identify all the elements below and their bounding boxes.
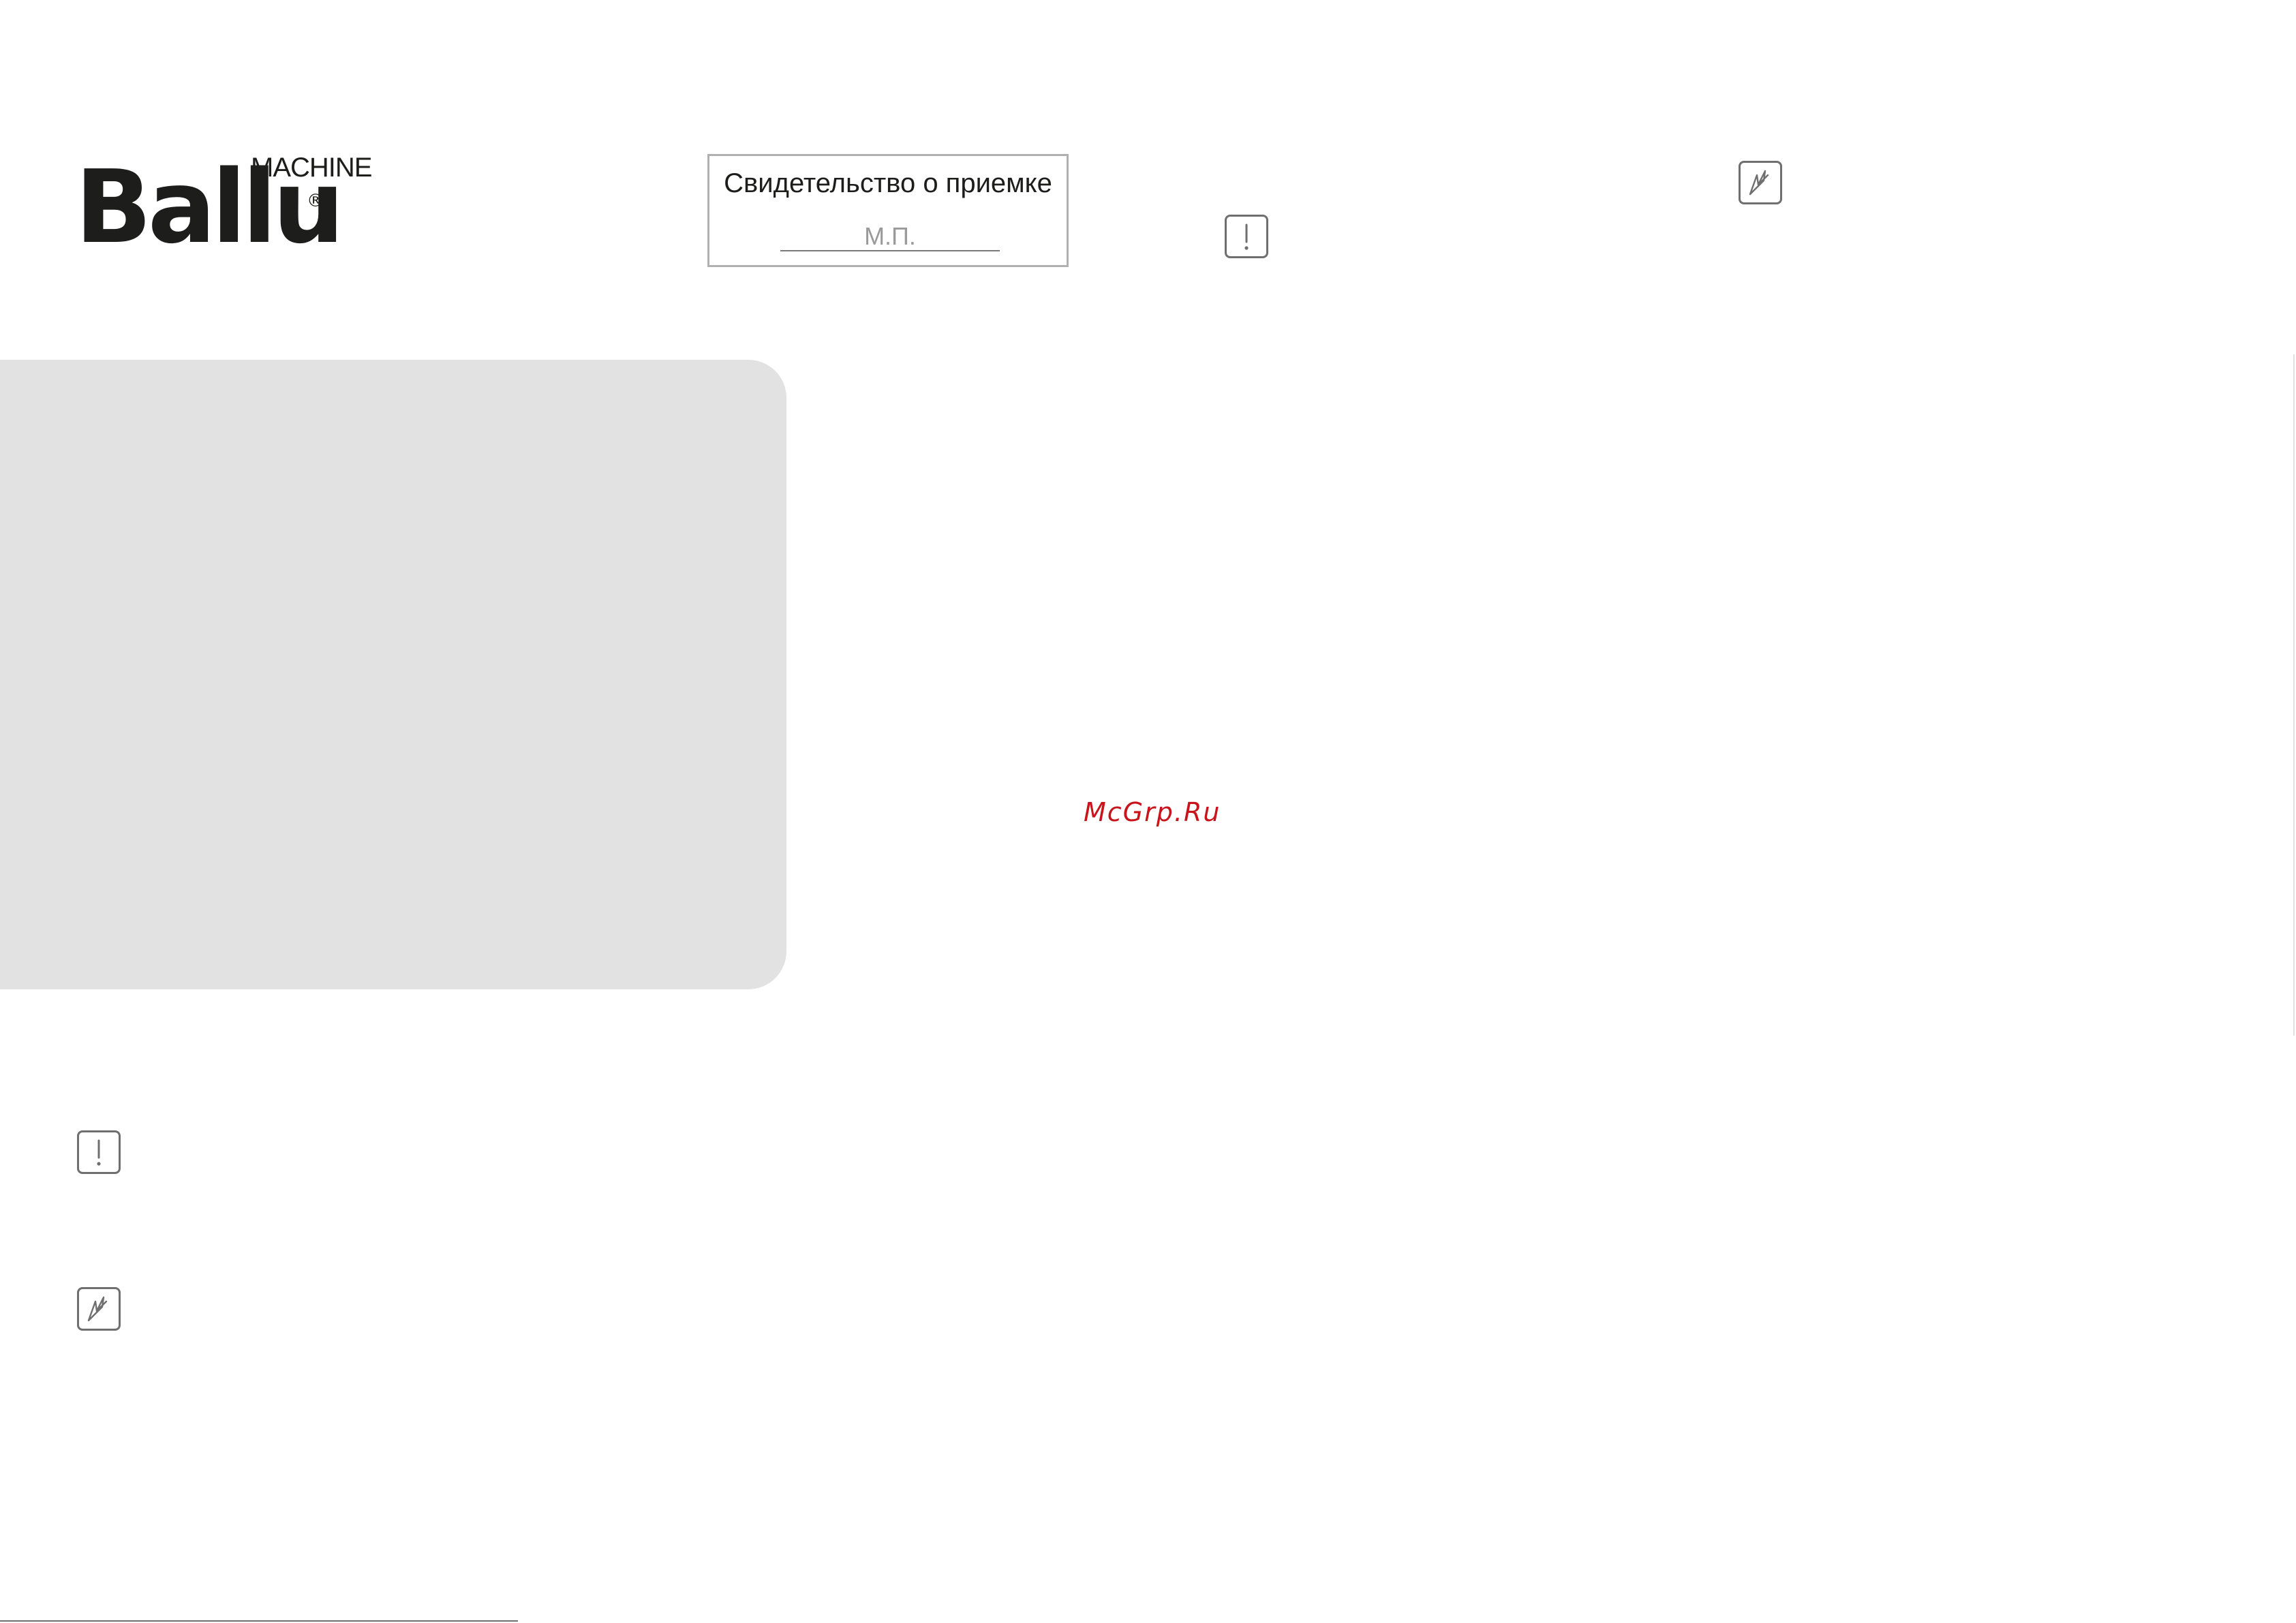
grey-content-panel [0, 360, 786, 989]
certificate-stamp-field: М.П. [780, 223, 1000, 251]
bottom-divider [0, 1620, 518, 1622]
warning-exclamation-icon [77, 1130, 121, 1174]
logo-sub-text: MACHINE [251, 153, 372, 183]
watermark-text: McGrp.Ru [1084, 797, 1221, 827]
certificate-title: Свидетельство о приемке [724, 168, 1052, 198]
acceptance-certificate-box: Свидетельство о приемке М.П. [707, 154, 1069, 267]
right-edge-line [2293, 354, 2295, 1036]
warning-exclamation-icon [1225, 215, 1268, 258]
logo-registered-mark: ® [307, 191, 324, 211]
electric-hazard-icon [77, 1287, 121, 1331]
brand-logo: Ballu MACHINE ® [75, 151, 375, 258]
electric-hazard-icon [1739, 161, 1782, 204]
